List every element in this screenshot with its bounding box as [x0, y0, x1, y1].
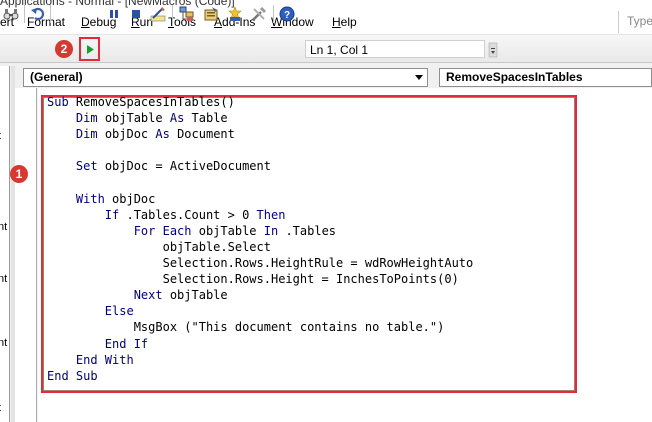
menu-bar: ert Format Debug Run Tools Add-Ins Windo… — [0, 10, 652, 35]
code-token: objDoc — [112, 191, 156, 206]
code-token: objTable — [104, 111, 170, 126]
code-token: RemoveSpacesInTables() — [75, 95, 235, 109]
title-bar: Applications - Normal - [NewMacros (Code… — [0, 0, 652, 10]
code-keyword: In — [263, 223, 286, 238]
code-keyword: Then — [256, 207, 286, 222]
procedure-combo-value: RemoveSpacesInTables — [446, 70, 583, 84]
toolbar-separator — [24, 5, 25, 23]
code-line[interactable]: If .Tables.Count > 0 Then — [47, 207, 286, 222]
pane-text-fragment: t — [0, 402, 1, 414]
pane-text-fragment: nt — [0, 221, 8, 233]
toolbox-icon[interactable] — [250, 5, 268, 23]
code-margin-indicator-bar[interactable] — [15, 88, 37, 422]
design-mode-icon[interactable] — [149, 5, 167, 23]
break-icon[interactable] — [106, 5, 122, 23]
code-keyword: For Each — [133, 223, 199, 238]
code-line[interactable]: Selection.Rows.HeightRule = wdRowHeightA… — [47, 256, 474, 270]
cursor-position-status: Ln 1, Col 1 — [305, 40, 485, 58]
pane-text-fragment: t — [0, 130, 1, 142]
code-keyword: As — [169, 111, 192, 126]
toolbar-overflow-icon[interactable] — [488, 42, 498, 58]
code-keyword: End With — [75, 352, 134, 367]
properties-icon[interactable] — [202, 5, 220, 23]
code-line[interactable]: MsgBox ("This document contains no table… — [47, 320, 445, 335]
code-token: .Tables.Count > 0 — [126, 207, 257, 222]
reset-icon[interactable] — [128, 5, 144, 23]
undo-icon[interactable] — [29, 5, 47, 23]
help-search-box[interactable]: Type — [618, 11, 652, 33]
project-explorer-pane: t nt nt nt t — [0, 66, 10, 422]
step-marker-1: 1 — [10, 165, 28, 183]
project-explorer-icon[interactable] — [178, 5, 196, 23]
code-token: Selection.Rows.HeightRule = wdRowHeightA… — [47, 256, 474, 270]
code-token: Document — [177, 127, 235, 142]
pane-text-fragment: nt — [0, 273, 8, 285]
help-icon[interactable]: ? — [278, 5, 296, 23]
toolbar-separator — [273, 5, 274, 23]
svg-text:?: ? — [284, 10, 290, 21]
chevron-down-icon[interactable] — [411, 70, 426, 85]
code-keyword: End Sub — [47, 368, 98, 383]
code-line[interactable]: objTable.Select — [47, 240, 271, 254]
code-keyword: With — [75, 191, 113, 206]
code-token: Selection.Rows.Height = InchesToPoints(0… — [47, 272, 459, 287]
code-token: objTable — [198, 223, 264, 238]
code-token: .Tables — [285, 223, 337, 238]
code-token: objDoc = ActiveDocument — [104, 159, 271, 174]
run-icon[interactable] — [82, 40, 97, 58]
code-keyword: Dim — [75, 111, 105, 126]
code-line[interactable]: Selection.Rows.Height = InchesToPoints(0… — [47, 272, 459, 286]
find-icon[interactable] — [3, 5, 19, 23]
step-marker-2: 2 — [55, 40, 73, 58]
object-combo-value: (General) — [30, 70, 83, 84]
code-keyword: As — [155, 127, 178, 142]
code-line[interactable]: End If — [47, 337, 148, 351]
code-line[interactable]: Next objTable — [47, 288, 228, 302]
code-line[interactable]: With objDoc — [47, 192, 155, 206]
procedure-combo[interactable]: RemoveSpacesInTables — [439, 68, 652, 87]
code-keyword: End If — [104, 336, 149, 351]
code-keyword: Else — [104, 304, 134, 319]
code-line[interactable]: Set objDoc = ActiveDocument — [47, 159, 271, 173]
menu-help[interactable]: Help — [332, 15, 357, 29]
help-search-placeholder: Type — [627, 14, 652, 28]
code-keyword: Next — [133, 288, 170, 303]
code-line[interactable]: Sub RemoveSpacesInTables() — [47, 95, 235, 109]
toolbar-separator — [172, 5, 173, 23]
object-combo[interactable]: (General) — [23, 68, 428, 87]
code-keyword: Sub — [47, 95, 76, 109]
code-keyword: If — [104, 207, 127, 222]
code-line[interactable]: Dim objDoc As Document — [47, 127, 235, 141]
code-token: Table — [191, 111, 228, 126]
code-token: objDoc — [104, 127, 156, 142]
code-line[interactable]: Else — [47, 304, 134, 318]
code-token: MsgBox ("This document contains no table… — [47, 320, 445, 335]
code-line[interactable]: For Each objTable In .Tables — [47, 224, 336, 238]
code-line[interactable]: Dim objTable As Table — [47, 111, 228, 125]
object-browser-icon[interactable] — [226, 5, 244, 23]
code-token: objTable.Select — [47, 239, 271, 254]
code-line[interactable]: End With — [47, 353, 134, 367]
code-keyword: Dim — [75, 127, 105, 142]
code-line[interactable]: End Sub — [47, 369, 98, 383]
code-keyword: Set — [75, 159, 105, 174]
code-token: objTable — [169, 288, 228, 303]
toolbar-separator — [50, 5, 51, 23]
pane-text-fragment: nt — [0, 337, 8, 349]
